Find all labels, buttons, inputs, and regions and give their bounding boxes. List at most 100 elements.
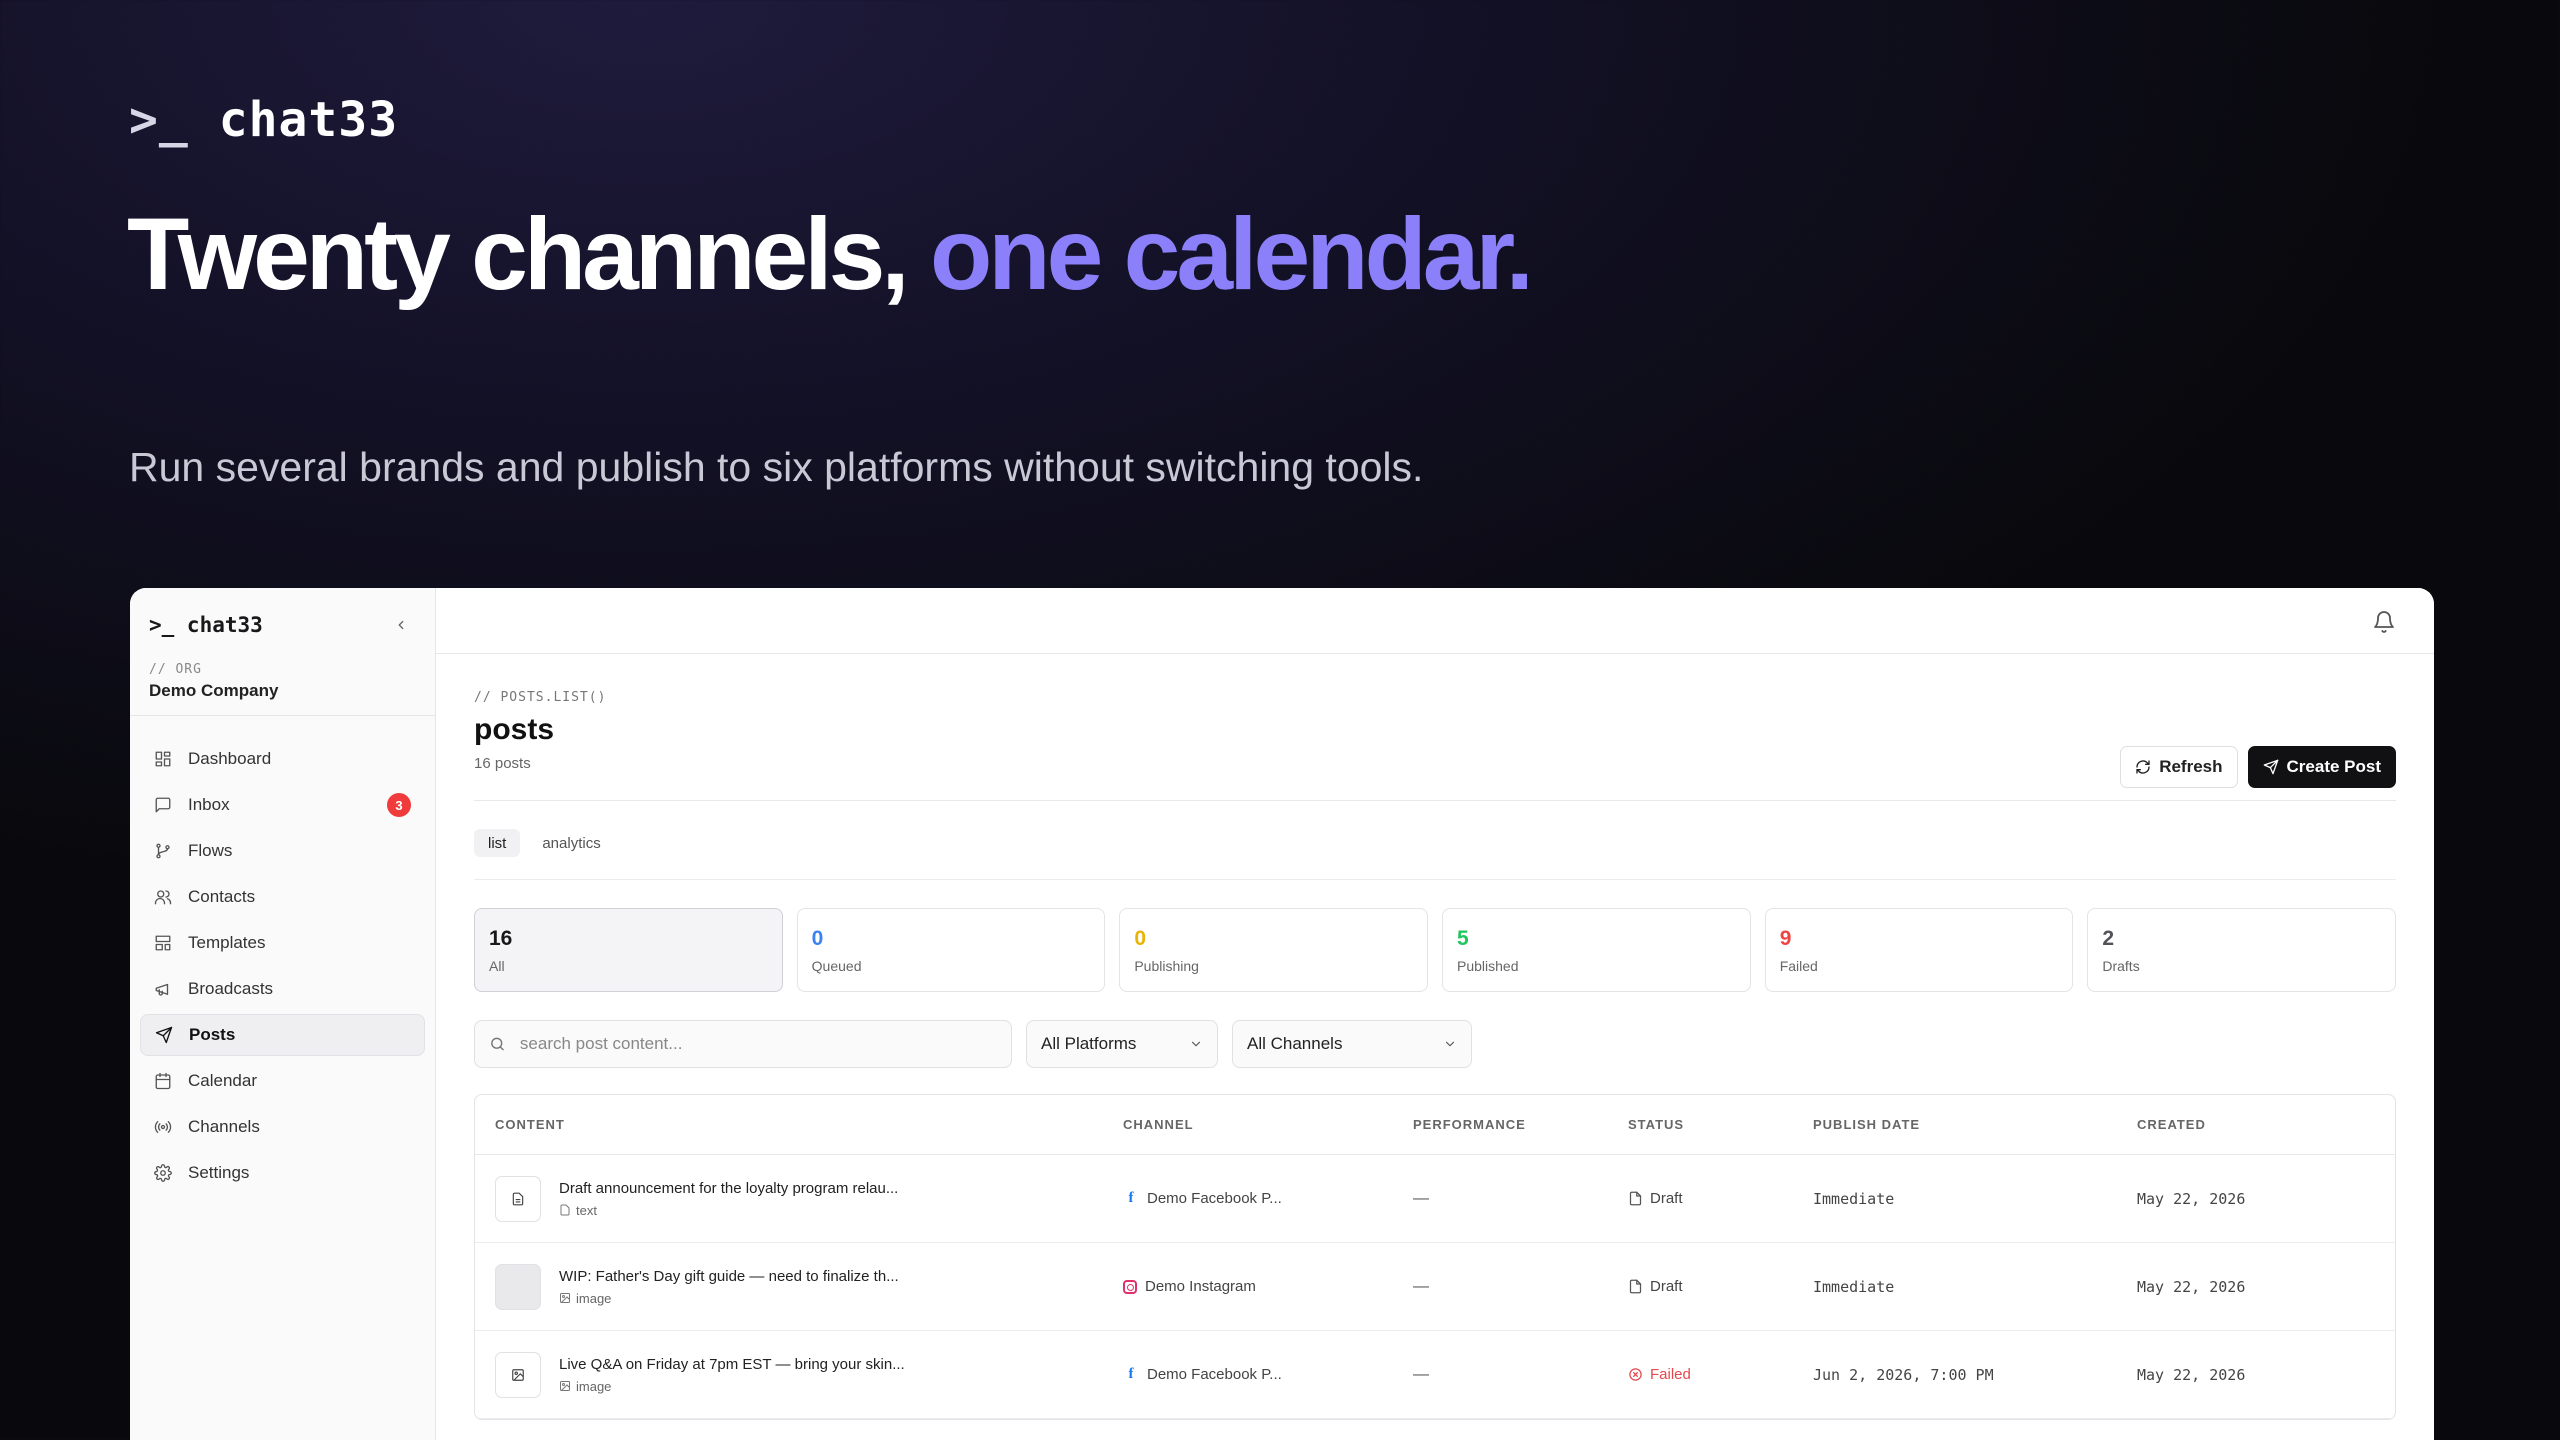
post-count: 16 posts [474,755,531,772]
post-publish-date: Jun 2, 2026, 7:00 PM [1813,1365,1994,1384]
sidebar-item-templates[interactable]: Templates [140,922,425,964]
post-created-date: May 22, 2026 [2137,1277,2246,1296]
image-icon [560,1293,570,1303]
sidebar-item-broadcasts[interactable]: Broadcasts [140,968,425,1010]
notifications-button[interactable] [2372,610,2396,634]
channel-select[interactable]: All Channels [1232,1020,1472,1068]
stat-card-queued[interactable]: 0 Queued [796,908,1106,992]
column-header-publish-date[interactable]: PUBLISH DATE [1813,1117,2137,1132]
tab-analytics[interactable]: analytics [528,829,614,857]
radio-icon [154,1121,172,1133]
stat-card-failed[interactable]: 9 Failed [1764,908,2074,992]
sidebar: >_ chat33 // ORG Demo Company Dashboard … [130,588,436,1440]
org-label: // ORG [149,662,202,677]
flows-icon [156,843,170,859]
chevron-down-icon [1191,1041,1201,1047]
column-header-status[interactable]: STATUS [1628,1117,1813,1132]
stat-card-publishing[interactable]: 0 Publishing [1119,908,1429,992]
sidebar-item-inbox[interactable]: Inbox 3 [140,784,425,826]
sidebar-item-label: Settings [188,1163,250,1182]
column-header-channel[interactable]: CHANNEL [1123,1117,1413,1132]
org-name: Demo Company [149,681,279,700]
post-text: WIP: Father's Day gift guide — need to f… [559,1267,899,1285]
inbox-icon [155,797,171,813]
platform-select-value: All Platforms [1041,1034,1137,1053]
sidebar-item-label: Broadcasts [188,979,274,998]
search-input[interactable] [519,1034,997,1054]
hero-headline-accent: one calendar. [930,197,1534,311]
create-post-label: Create Post [2286,757,2381,776]
x-circle-icon [1629,1368,1642,1381]
file-icon [1629,1191,1642,1206]
create-post-button[interactable]: Create Post [2247,746,2396,788]
org-switcher[interactable]: // ORG Demo Company [130,662,435,716]
sidebar-item-channels[interactable]: Channels [140,1106,425,1148]
channel-select-value: All Channels [1247,1034,1343,1053]
post-content-cell: WIP: Father's Day gift guide — need to f… [475,1263,1123,1310]
hero-brand-prompt: >_ [129,92,189,148]
post-type-label: image [576,1378,612,1394]
sidebar-item-flows[interactable]: Flows [140,830,425,872]
post-channel: f Demo Facebook P... [1123,1190,1413,1207]
stat-label: Queued [811,958,862,974]
post-channel: Demo Instagram [1123,1278,1413,1295]
post-status-label: Draft [1650,1278,1683,1295]
image-icon [560,1381,570,1391]
stat-card-all[interactable]: 16 All [474,908,783,992]
stat-label: All [489,958,505,974]
table-row[interactable]: WIP: Father's Day gift guide — need to f… [475,1243,2395,1331]
sidebar-item-label: Flows [188,841,233,860]
post-type: image [559,1291,899,1306]
platform-select[interactable]: All Platforms [1026,1020,1218,1068]
inbox-unread-badge: 3 [387,793,411,817]
stat-card-published[interactable]: 5 Published [1442,908,1751,992]
sidebar-item-label: Channels [188,1117,260,1136]
hero-headline: Twenty channels, one calendar. [127,196,1534,313]
column-header-performance[interactable]: PERFORMANCE [1413,1117,1628,1132]
sidebar-item-posts[interactable]: Posts [140,1014,425,1056]
sidebar-item-dashboard[interactable]: Dashboard [140,738,425,780]
file-icon [1629,1279,1642,1294]
collapse-sidebar-button[interactable] [391,615,411,635]
calendar-icon [155,1072,171,1090]
post-created-date: May 22, 2026 [2137,1365,2246,1384]
stat-label: Publishing [1134,958,1199,974]
facebook-icon: f [1128,1366,1134,1382]
post-channel: f Demo Facebook P... [1123,1366,1413,1383]
chevron-down-icon [1445,1041,1455,1047]
column-header-content[interactable]: CONTENT [475,1117,1123,1132]
stat-card-drafts[interactable]: 2 Drafts [2087,908,2397,992]
stat-value: 2 [2102,927,2115,950]
send-icon [155,1026,173,1044]
sidebar-item-label: Inbox [188,795,230,814]
sidebar-item-contacts[interactable]: Contacts [140,876,425,918]
file-text-icon [560,1204,570,1216]
post-text: Draft announcement for the loyalty progr… [559,1179,899,1197]
tab-list[interactable]: list [474,829,521,857]
table-row[interactable]: Draft announcement for the loyalty progr… [475,1155,2395,1243]
stat-value: 5 [1457,927,1469,950]
table-row[interactable]: Live Q&A on Friday at 7pm EST — bring yo… [475,1331,2395,1419]
page-content: // POSTS.LIST() posts 16 posts Refresh C… [436,690,2434,1420]
sidebar-nav: Dashboard Inbox 3 Flows Contacts Templat… [130,716,435,1194]
sidebar-item-label: Posts [189,1025,236,1044]
stat-label: Published [1457,958,1519,974]
sidebar-item-settings[interactable]: Settings [140,1152,425,1194]
sidebar-item-calendar[interactable]: Calendar [140,1060,425,1102]
main-panel: // POSTS.LIST() posts 16 posts Refresh C… [436,588,2434,1440]
post-thumbnail [495,1351,541,1398]
post-status: Failed [1628,1366,1813,1383]
dashboard-icon [155,751,171,767]
chevron-left-icon [398,620,404,630]
contacts-icon [154,890,172,905]
post-image-thumbnail [495,1263,541,1310]
megaphone-icon [155,983,169,996]
post-created-date: May 22, 2026 [2137,1189,2246,1208]
column-header-created[interactable]: CREATED [2137,1117,2395,1132]
post-type: image [559,1379,905,1394]
hero-brand: >_ chat33 [129,92,398,148]
post-channel-name: Demo Facebook P... [1147,1366,1282,1383]
refresh-button[interactable]: Refresh [2120,746,2238,788]
topbar [436,588,2434,654]
facebook-icon: f [1128,1190,1134,1206]
